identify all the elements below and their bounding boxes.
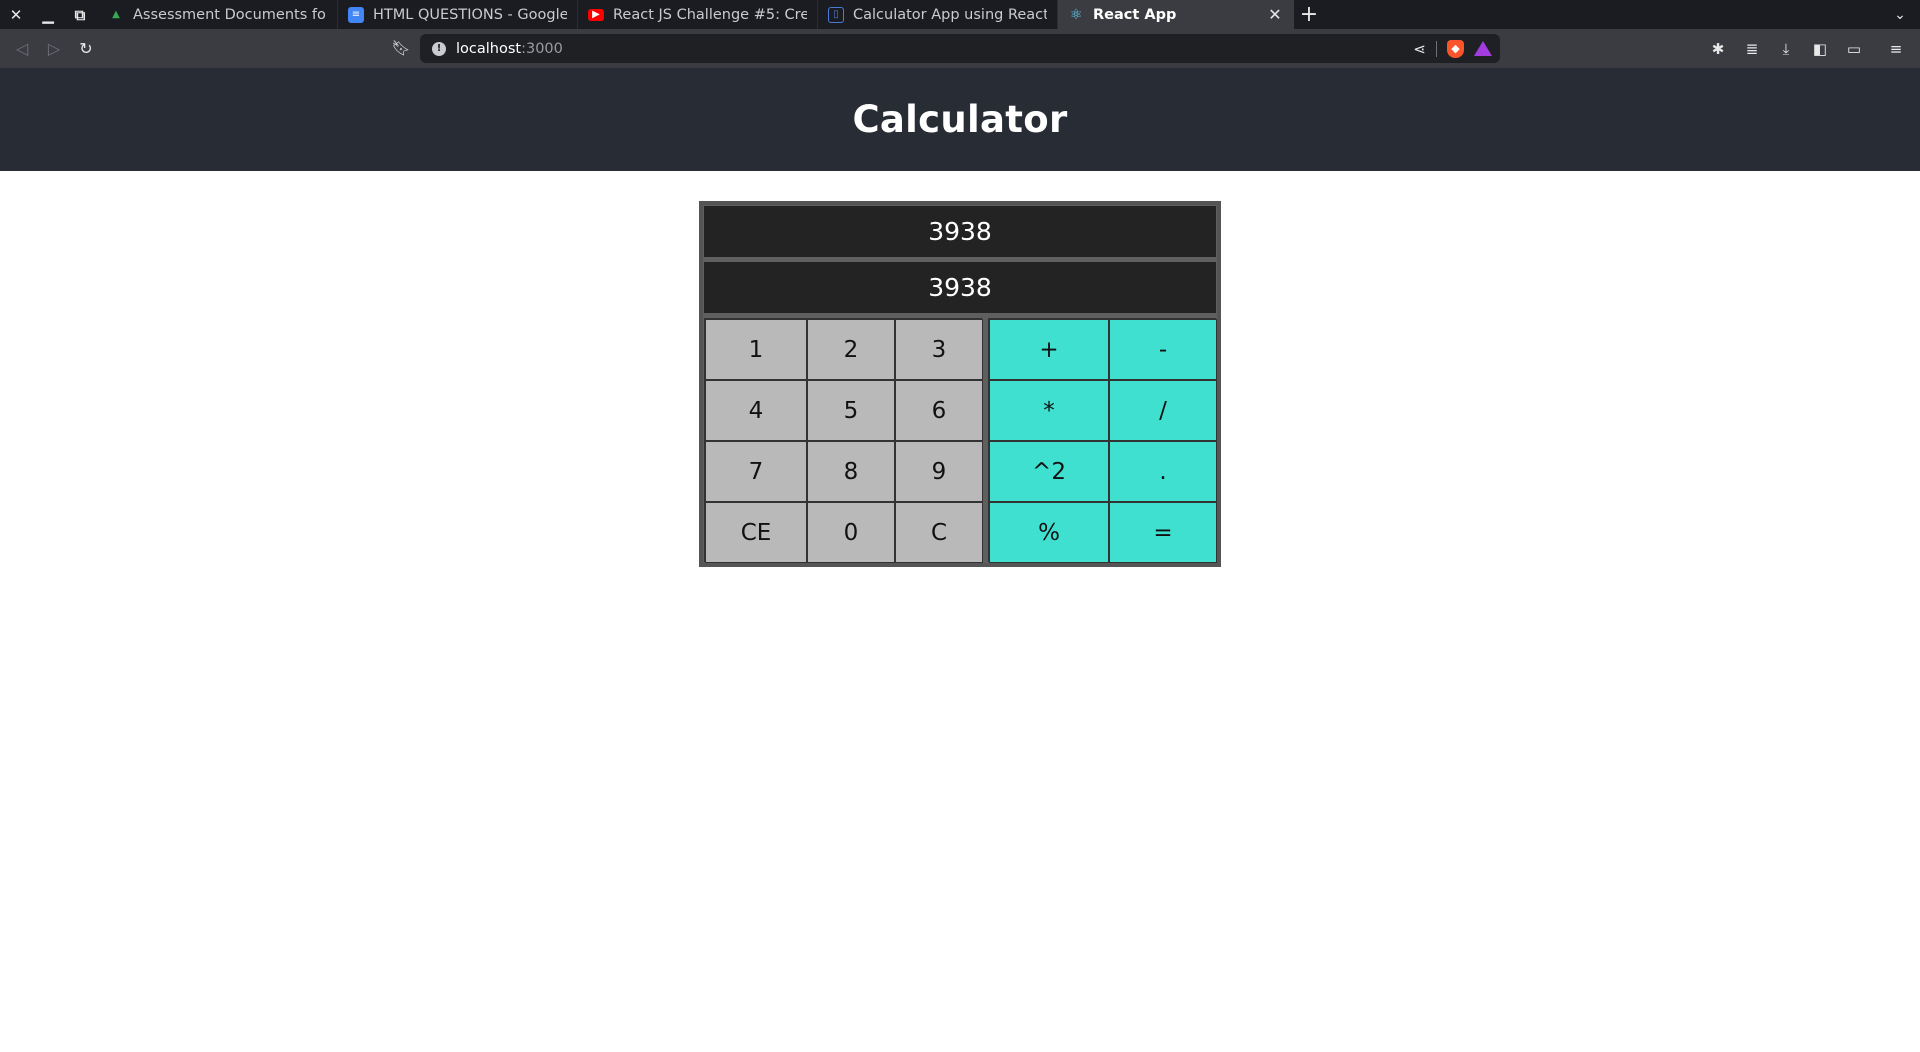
key-4-button[interactable]: 4 (705, 380, 807, 441)
sidebar-icon[interactable]: ◧ (1804, 33, 1836, 65)
divider (1436, 40, 1437, 57)
window-minimize-icon[interactable]: ▁ (32, 0, 64, 29)
tab-title: React JS Challenge #5: Create (613, 6, 807, 23)
address-bar-actions: ⋖ ◆ (1413, 34, 1492, 63)
browser-actions: ✱ ≣ ⤓ ◧ ▭ ≡ (1702, 29, 1912, 68)
browser-tab-active[interactable]: ⚛ React App ✕ (1058, 0, 1294, 29)
divide-button[interactable]: / (1109, 380, 1217, 441)
back-icon[interactable]: ◁ (6, 33, 38, 65)
calculator: 3938 3938 1 2 3 4 5 6 7 8 9 CE 0 C + - *… (699, 201, 1221, 567)
decimal-button[interactable]: . (1109, 441, 1217, 502)
tab-title: Calculator App using React JS (853, 6, 1047, 23)
key-7-button[interactable]: 7 (705, 441, 807, 502)
equals-button[interactable]: = (1109, 502, 1217, 563)
playlist-icon[interactable]: ≣ (1736, 33, 1768, 65)
subtract-button[interactable]: - (1109, 319, 1217, 380)
react-icon: ⚛ (1069, 6, 1083, 23)
tab-list-chevron-down-icon[interactable]: ⌄ (1888, 0, 1912, 29)
youtube-icon: ▶ (588, 8, 604, 21)
key-8-button[interactable]: 8 (807, 441, 895, 502)
brave-shields-icon[interactable]: ◆ (1447, 39, 1464, 58)
expression-display: 3938 (704, 206, 1216, 257)
browser-tab-strip: ✕ ▁ ⧉ ▲ Assessment Documents for F ≡ HTM… (0, 0, 1920, 29)
site-info-icon[interactable]: ! (432, 41, 446, 56)
extensions-icon[interactable]: ✱ (1702, 33, 1734, 65)
browser-tab[interactable]: ▯ Calculator App using React JS (818, 0, 1058, 29)
browser-tab[interactable]: ≡ HTML QUESTIONS - Google Do (338, 0, 578, 29)
key-0-button[interactable]: 0 (807, 502, 895, 563)
brave-rewards-icon[interactable] (1474, 41, 1492, 56)
multiply-button[interactable]: * (989, 380, 1109, 441)
new-tab-icon[interactable]: + (1294, 0, 1324, 29)
download-icon[interactable]: ⤓ (1770, 33, 1802, 65)
percent-button[interactable]: % (989, 502, 1109, 563)
google-docs-icon: ≡ (348, 6, 364, 23)
forward-icon[interactable]: ▷ (38, 33, 70, 65)
url-port: :3000 (521, 40, 563, 57)
clear-button[interactable]: C (895, 502, 983, 563)
google-drive-icon: ▲ (112, 9, 120, 20)
window-close-icon[interactable]: ✕ (0, 0, 32, 29)
number-keypad: 1 2 3 4 5 6 7 8 9 CE 0 C (704, 318, 983, 563)
clear-entry-button[interactable]: CE (705, 502, 807, 563)
window-restore-icon[interactable]: ⧉ (64, 0, 96, 29)
url-host: localhost (456, 40, 522, 57)
bookmark-icon[interactable]: 🔖︎ (386, 33, 416, 63)
square-button[interactable]: ^2 (989, 441, 1109, 502)
add-button[interactable]: + (989, 319, 1109, 380)
keypad: 1 2 3 4 5 6 7 8 9 CE 0 C + - * / ^2 . % … (704, 318, 1217, 563)
tab-title: React App (1093, 6, 1177, 23)
key-9-button[interactable]: 9 (895, 441, 983, 502)
browser-tab[interactable]: ▶ React JS Challenge #5: Create (578, 0, 818, 29)
browser-tab[interactable]: ▲ Assessment Documents for F (98, 0, 338, 29)
codepen-icon: ▯ (828, 6, 844, 23)
reload-icon[interactable]: ↻ (70, 33, 102, 65)
tab-title: HTML QUESTIONS - Google Do (373, 6, 567, 23)
tab-title: Assessment Documents for F (133, 6, 327, 23)
wallet-icon[interactable]: ▭ (1838, 33, 1870, 65)
window-controls: ✕ ▁ ⧉ (0, 0, 98, 29)
result-display: 3938 (704, 262, 1216, 313)
menu-icon[interactable]: ≡ (1880, 33, 1912, 65)
app-header: Calculator (0, 68, 1920, 171)
key-3-button[interactable]: 3 (895, 319, 983, 380)
address-bar[interactable]: ! localhost :3000 ⋖ ◆ (420, 34, 1500, 63)
tab-close-icon[interactable]: ✕ (1266, 5, 1284, 24)
key-2-button[interactable]: 2 (807, 319, 895, 380)
page-title: Calculator (852, 98, 1068, 141)
key-6-button[interactable]: 6 (895, 380, 983, 441)
share-icon[interactable]: ⋖ (1413, 40, 1426, 58)
operator-keypad: + - * / ^2 . % = (988, 318, 1217, 563)
key-5-button[interactable]: 5 (807, 380, 895, 441)
key-1-button[interactable]: 1 (705, 319, 807, 380)
browser-toolbar: ◁ ▷ ↻ 🔖︎ ! localhost :3000 ⋖ ◆ ✱ ≣ ⤓ ◧ ▭… (0, 29, 1920, 68)
